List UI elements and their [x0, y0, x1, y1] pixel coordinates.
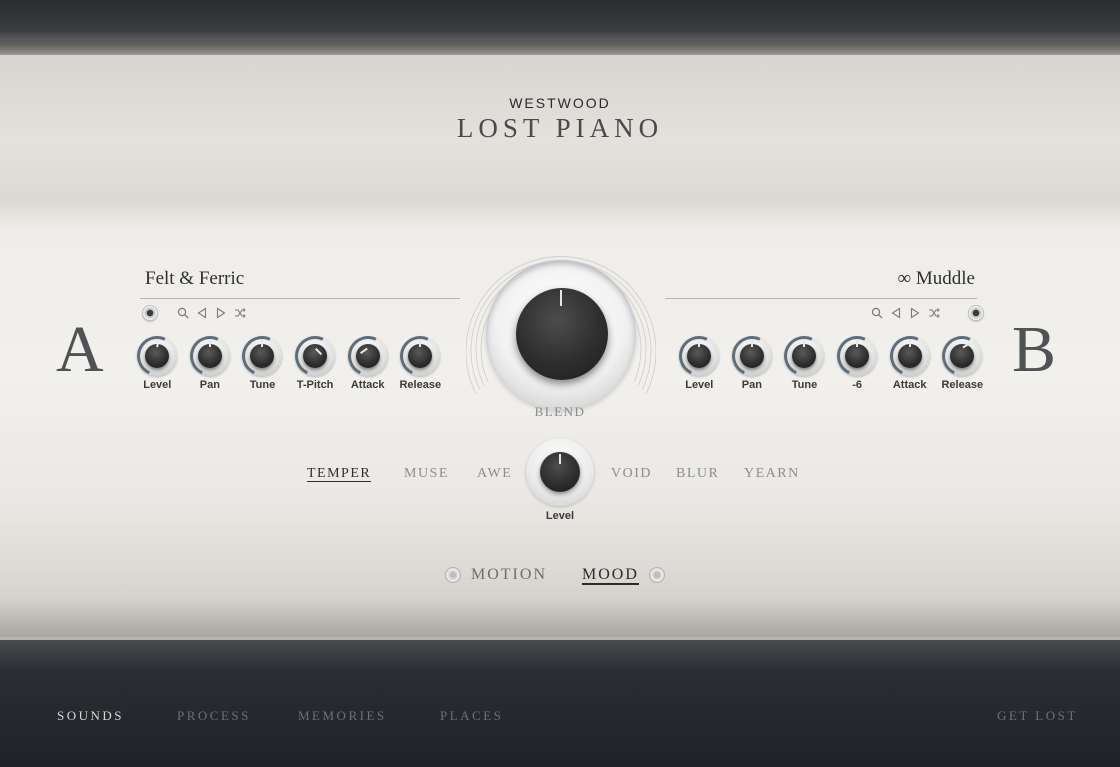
bottom-dark-band	[0, 640, 1120, 767]
search-icon[interactable]	[176, 307, 189, 320]
mood-level-knob[interactable]	[526, 438, 594, 506]
mood-void[interactable]: VOID	[611, 466, 652, 482]
knob-pan-b: Pan	[726, 330, 779, 391]
blend-control	[466, 240, 656, 410]
knob-pitch-b: -6	[831, 330, 884, 391]
shuffle-icon[interactable]	[233, 307, 246, 320]
next-icon[interactable]	[908, 307, 921, 320]
knob-label: Pan	[741, 379, 762, 391]
mood-level-label: Level	[545, 510, 575, 522]
preset-controls-b	[870, 305, 984, 321]
power-radio-icon[interactable]	[142, 305, 158, 321]
knob-label: T-Pitch	[296, 379, 334, 391]
layer-b-letter: B	[1012, 313, 1057, 386]
knob-label: Level	[685, 379, 714, 391]
divider-a	[140, 298, 460, 299]
level-knob-a[interactable]	[131, 330, 183, 382]
blend-indicator	[560, 290, 562, 306]
knob-label: Tune	[791, 379, 818, 391]
knob-tune-a: Tune	[236, 330, 289, 391]
brand-name: WESTWOOD	[509, 95, 611, 111]
shuffle-icon[interactable]	[927, 307, 940, 320]
knob-label: -6	[852, 379, 862, 391]
pan-knob-b[interactable]	[726, 330, 778, 382]
motion-radio-icon[interactable]	[445, 567, 461, 583]
previous-icon[interactable]	[889, 307, 902, 320]
knob-label: Attack	[892, 379, 927, 391]
knob-label: Level	[143, 379, 172, 391]
tune-knob-b[interactable]	[778, 330, 831, 382]
knobs-a: Level Pan Tune T-Pitch Attack Release	[131, 330, 447, 391]
attack-knob-b[interactable]	[884, 330, 936, 382]
nav-memories[interactable]: MEMORIES	[298, 708, 387, 724]
mood-muse[interactable]: MUSE	[404, 466, 449, 482]
knob-attack-a: Attack	[341, 330, 394, 391]
header: WESTWOOD LOST PIANO	[0, 95, 1120, 144]
preset-controls-a	[142, 305, 246, 321]
preset-name-b[interactable]: ∞ Muddle	[898, 268, 975, 290]
pitch-knob-b[interactable]	[831, 330, 883, 382]
blend-label: BLEND	[534, 404, 586, 419]
preset-name-a[interactable]: Felt & Ferric	[145, 268, 244, 290]
mood-tab[interactable]: MOOD	[582, 566, 639, 585]
knob-label: Tune	[249, 379, 276, 391]
nav-get-lost[interactable]: GET LOST	[997, 708, 1078, 724]
knob-label: Pan	[199, 379, 220, 391]
nav-process[interactable]: PROCESS	[177, 708, 251, 724]
tpitch-knob-a[interactable]	[289, 330, 341, 382]
knobs-b: Level Pan Tune -6 Attack Release	[673, 330, 989, 391]
next-icon[interactable]	[214, 307, 227, 320]
knob-release-b: Release	[936, 330, 989, 391]
level-knob-b[interactable]	[673, 330, 725, 382]
mood-temper[interactable]: TEMPER	[307, 466, 372, 482]
search-icon[interactable]	[870, 307, 883, 320]
knob-label: Release	[941, 379, 984, 391]
release-knob-a[interactable]	[394, 330, 446, 382]
knob-release-a: Release	[394, 330, 447, 391]
knob-pan-a: Pan	[184, 330, 237, 391]
knob-tpitch-a: T-Pitch	[289, 330, 342, 391]
knob-label: Release	[399, 379, 442, 391]
release-knob-b[interactable]	[936, 330, 988, 382]
mood-yearn[interactable]: YEARN	[744, 466, 800, 482]
mood-blur[interactable]: BLUR	[676, 466, 719, 482]
knob-tune-b: Tune	[778, 330, 831, 391]
power-radio-icon[interactable]	[968, 305, 984, 321]
tune-knob-a[interactable]	[236, 330, 289, 382]
pan-knob-a[interactable]	[184, 330, 236, 382]
knob-label: Attack	[350, 379, 385, 391]
motion-tab[interactable]: MOTION	[471, 566, 547, 584]
knob-level-b: Level	[673, 330, 726, 391]
divider-b	[665, 298, 977, 299]
layer-a-letter: A	[56, 313, 104, 386]
page-switch: MOTION MOOD	[0, 566, 1120, 588]
blend-knob[interactable]	[486, 260, 636, 410]
knob-attack-b: Attack	[883, 330, 936, 391]
product-title: LOST PIANO	[456, 113, 664, 143]
knob-level-a: Level	[131, 330, 184, 391]
nav-sounds[interactable]: SOUNDS	[57, 708, 124, 724]
mood-radio-icon[interactable]	[649, 567, 665, 583]
attack-knob-a[interactable]	[342, 330, 394, 382]
previous-icon[interactable]	[195, 307, 208, 320]
mood-awe[interactable]: AWE	[477, 466, 512, 482]
nav-places[interactable]: PLACES	[440, 708, 503, 724]
footer-nav: SOUNDS PROCESS MEMORIES PLACES GET LOST	[0, 708, 1120, 728]
